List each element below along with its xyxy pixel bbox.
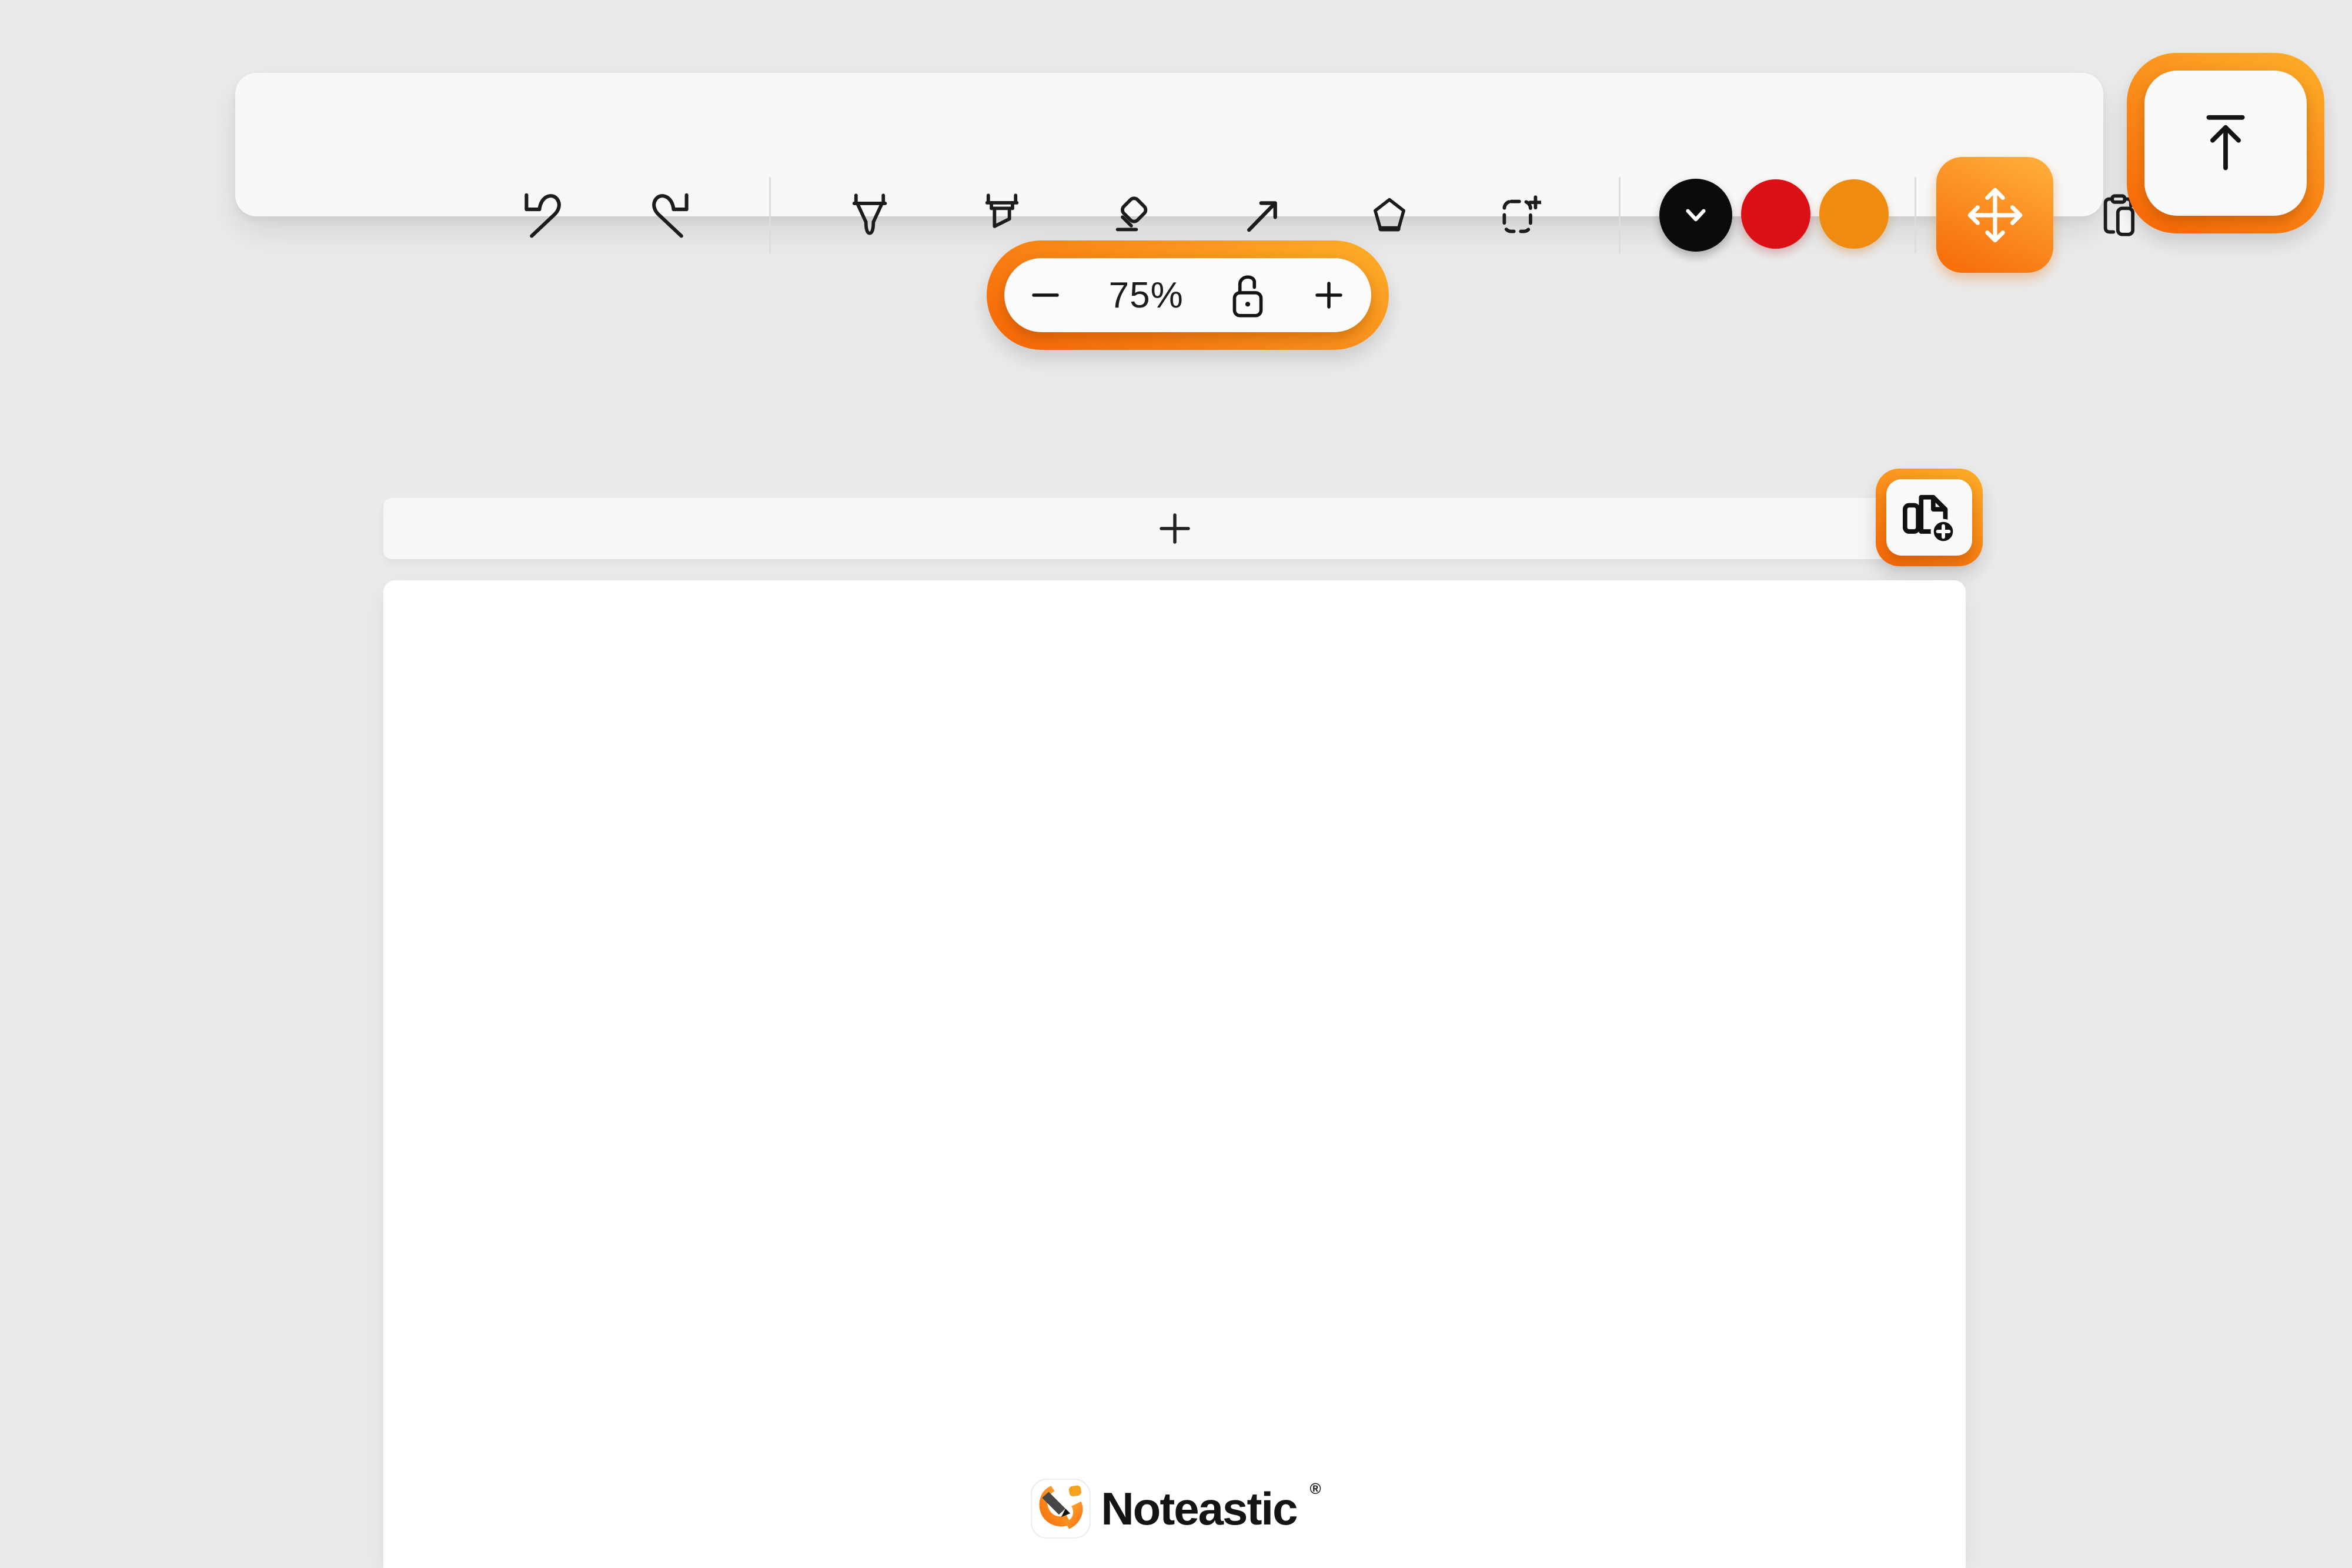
redo-icon (647, 190, 693, 240)
undo-button[interactable] (499, 171, 587, 259)
plus-icon (1312, 279, 1345, 312)
color-swatch-black[interactable] (1659, 179, 1732, 252)
plus-icon (1157, 510, 1193, 547)
toolbar-divider (1915, 177, 1916, 253)
new-page-button[interactable] (1876, 469, 1983, 566)
color-swatch-red[interactable] (1741, 179, 1810, 249)
add-page-icon (1901, 489, 1957, 546)
pen-icon (851, 193, 888, 238)
toolbar-divider (1619, 177, 1621, 253)
select-tool-button[interactable] (1477, 171, 1565, 259)
zoom-control: 75% (987, 240, 1389, 350)
zoom-control-face: 75% (1004, 258, 1371, 332)
highlighter-icon (983, 193, 1021, 238)
minus-icon (1030, 280, 1061, 310)
unlock-icon (1231, 271, 1264, 319)
arrow-icon (1244, 196, 1281, 234)
drawing-toolbar (235, 73, 2103, 216)
notebook-page[interactable]: Noteastic ® (383, 580, 1966, 1568)
registered-mark: ® (1309, 1480, 1321, 1498)
noteastic-logo-icon (1030, 1479, 1090, 1539)
pentagon-icon (1370, 196, 1409, 235)
brand-name: Noteastic (1101, 1482, 1297, 1536)
new-page-button-face (1886, 479, 1972, 556)
toolbar-divider (769, 177, 771, 253)
upload-button[interactable] (2127, 53, 2324, 233)
upload-button-face (2144, 71, 2307, 216)
arrow-up-to-line-icon (2199, 113, 2253, 174)
redo-button[interactable] (626, 171, 714, 259)
move-tool-button[interactable] (1936, 157, 2053, 273)
zoom-in-button[interactable] (1312, 279, 1345, 312)
zoom-value: 75% (1109, 275, 1184, 316)
chevron-down-icon (1679, 198, 1713, 232)
color-swatch-orange[interactable] (1819, 179, 1889, 249)
zoom-lock-button[interactable] (1231, 271, 1264, 319)
selection-icon (1501, 195, 1541, 236)
noteastic-watermark: Noteastic ® (1030, 1479, 1318, 1539)
pen-tool-button[interactable] (826, 171, 914, 259)
eraser-icon (1111, 194, 1154, 236)
zoom-out-button[interactable] (1030, 280, 1061, 310)
app-root: { "branding": { "name": "Noteastic", "re… (0, 0, 2352, 1568)
move-icon (1962, 182, 2028, 248)
add-page-bar[interactable] (383, 498, 1966, 559)
undo-icon (520, 190, 566, 240)
